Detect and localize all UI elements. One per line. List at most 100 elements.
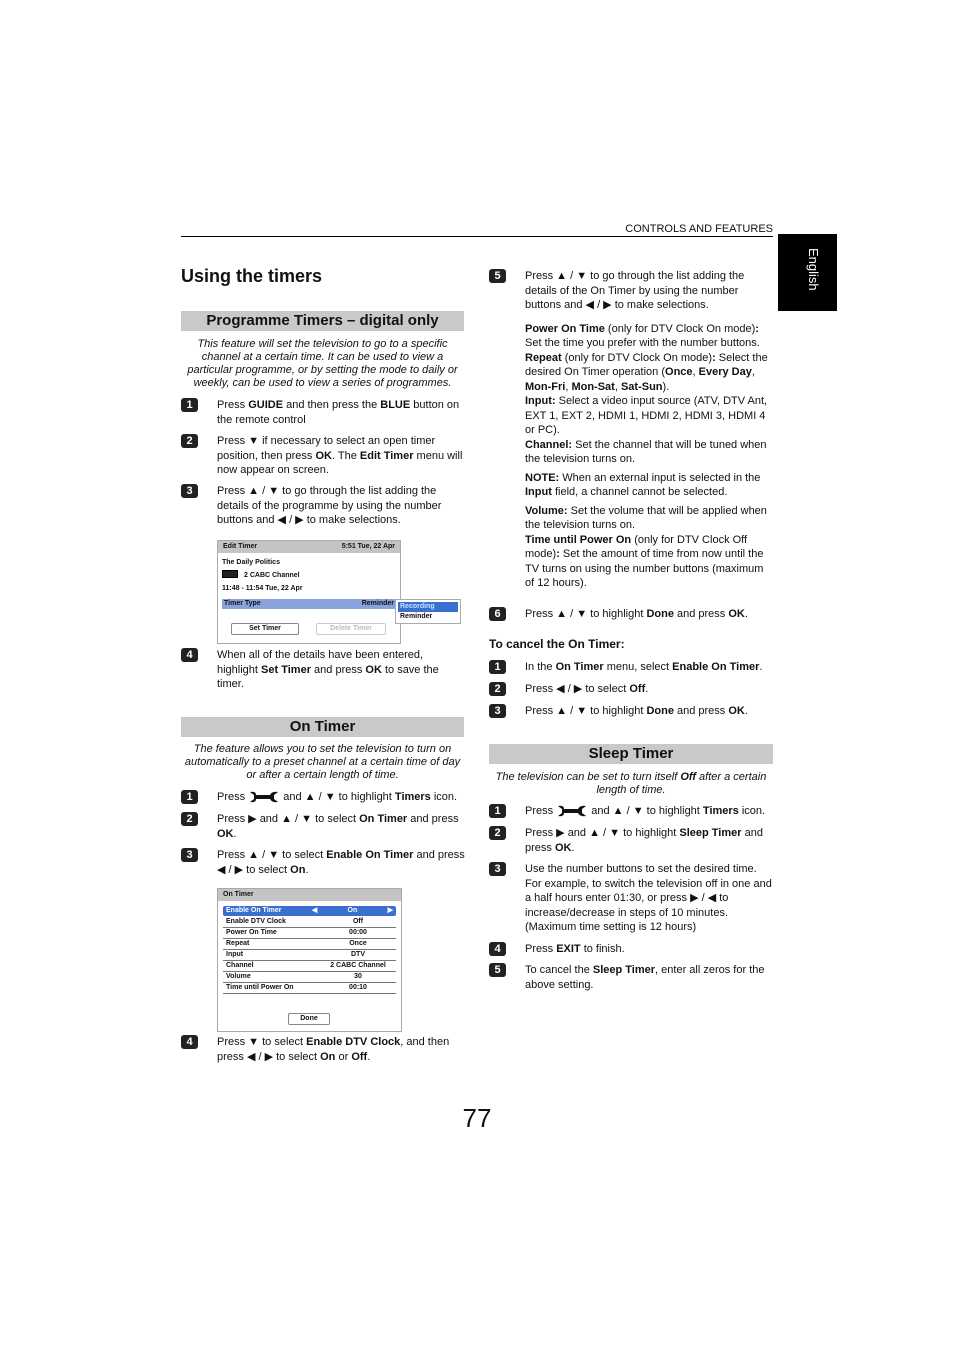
row-label: Enable On Timer	[226, 907, 282, 914]
text: Use the number buttons to set the desire…	[525, 863, 772, 933]
step-number-icon: 4	[489, 942, 506, 956]
text: In the	[525, 661, 556, 673]
dropdown-option-recording[interactable]: Recording	[398, 602, 458, 612]
done-button[interactable]: Done	[288, 1013, 330, 1025]
row-value: 00:00	[349, 929, 367, 936]
step-number-icon: 3	[181, 848, 198, 862]
text: .	[571, 841, 575, 854]
menu-row[interactable]: Channel 2 CABC Channel	[223, 961, 396, 972]
step-number-icon: 3	[181, 484, 198, 498]
timer-type-value: Reminder	[361, 600, 394, 607]
row-value: DTV	[351, 951, 365, 958]
step-text: To cancel the Sleep Timer, enter all zer…	[525, 963, 775, 992]
bold-text: Repeat	[525, 351, 562, 364]
paragraph: Press ▲ / ▼ to highlight Done and press …	[525, 607, 775, 622]
bold-text: Off	[351, 1050, 368, 1063]
bold-text: Once	[665, 366, 693, 378]
bold-text: Power On Time	[525, 322, 605, 335]
menu-row[interactable]: Enable DTV Clock Off	[223, 917, 396, 928]
bold-text: Input:	[525, 395, 556, 407]
cancel-heading: To cancel the On Timer:	[489, 637, 625, 651]
step-text: Press ▼ if necessary to select an open t…	[217, 434, 467, 478]
row-value: 00:10	[349, 984, 367, 991]
dropdown-option-reminder[interactable]: Reminder	[398, 612, 458, 622]
step-text: Press ▲ / ▼ to highlight Done and press …	[525, 704, 775, 719]
row-label: Enable DTV Clock	[226, 918, 286, 925]
step-text: Press GUIDE and then press the BLUE butt…	[217, 398, 467, 427]
step-text: Press ▲ / ▼ to go through the list addin…	[525, 269, 775, 591]
text: and press	[407, 813, 459, 825]
text: When an external input is selected in th…	[559, 471, 761, 484]
paragraph: Press ▼ if necessary to select an open t…	[217, 434, 467, 478]
screen-title: On Timer	[223, 891, 254, 898]
paragraph: Press ▶ and ▲ / ▼ to select On Timer and…	[217, 812, 467, 841]
bold-text: Volume:	[525, 504, 568, 517]
bold-text: Channel:	[525, 438, 573, 451]
step-number-icon: 6	[489, 607, 506, 621]
screen-title: Edit Timer	[223, 543, 258, 550]
bold-text: Edit Timer	[359, 449, 414, 462]
bold-text: Off	[629, 683, 646, 695]
language-label: English	[806, 248, 821, 291]
left-arrow-icon[interactable]: ◀	[312, 906, 317, 916]
bold-text: GUIDE	[248, 399, 284, 411]
bold-text: OK	[728, 705, 745, 717]
text: and press	[673, 608, 729, 620]
bold-text: OK	[315, 449, 332, 462]
timer-type-dropdown: Recording Reminder	[395, 599, 461, 624]
text: Press ▶ and ▲ / ▼ to select	[217, 813, 360, 825]
step-number-icon: 5	[489, 963, 506, 977]
bold-text: Done	[646, 705, 674, 717]
step-number-icon: 2	[489, 826, 506, 840]
right-arrow-icon[interactable]: ▶	[388, 906, 393, 916]
bold-text: Sleep Timer	[592, 964, 656, 976]
bold-text: Enable On Timer	[326, 849, 414, 861]
menu-row[interactable]: Input DTV	[223, 950, 396, 961]
bold-text: Sleep Timer	[679, 827, 742, 839]
paragraph: Press and ▲ / ▼ to highlight Timers icon…	[217, 790, 467, 808]
text: .	[305, 863, 309, 876]
text: Press ▶ and ▲ / ▼ to highlight	[525, 827, 680, 839]
step-text: Press ▲ / ▼ to select Enable On Timer an…	[217, 848, 467, 877]
delete-timer-button[interactable]: Delete Timer	[316, 623, 386, 635]
step-text: When all of the details have been entere…	[217, 648, 467, 692]
step-text: Press EXIT to finish.	[525, 942, 775, 957]
bold-text: Done	[646, 608, 674, 620]
row-value: 2 CABC Channel	[330, 962, 386, 969]
text: . The	[331, 449, 360, 462]
text: Press ▲ / ▼ to go through the list addin…	[525, 270, 745, 311]
menu-row[interactable]: Enable On Timer ◀ On ▶	[223, 906, 396, 916]
step-number-icon: 1	[489, 804, 506, 818]
bold-text: On	[320, 1050, 336, 1063]
step-text: Press and ▲ / ▼ to highlight Timers icon…	[217, 790, 467, 808]
row-value: Once	[349, 940, 367, 947]
menu-row[interactable]: Time until Power On 00:10	[223, 983, 396, 994]
text: and press	[673, 705, 729, 717]
on-timer-intro: The feature allows you to set the televi…	[184, 743, 461, 781]
menu-row[interactable]: Repeat Once	[223, 939, 396, 950]
text: (only for DTV Clock On mode)	[604, 322, 756, 335]
on-timer-menu: Enable On Timer ◀ On ▶ Enable DTV Clock Off Po…	[223, 906, 396, 994]
step-text: Use the number buttons to set the desire…	[525, 862, 775, 935]
channel-name: 2 CABC Channel	[244, 572, 300, 579]
step-text: In the On Timer menu, select Enable On T…	[525, 660, 775, 675]
set-timer-button[interactable]: Set Timer	[231, 623, 299, 635]
text: Select a video input source (ATV, DTV An…	[525, 395, 768, 436]
paragraph: Press ▼ to select Enable DTV Clock, and …	[217, 1035, 467, 1064]
bold-text: Time until Power On	[525, 533, 632, 546]
screen-clock: 5:51 Tue, 22 Apr	[341, 543, 395, 550]
bold-text: Every Day	[698, 366, 752, 378]
menu-row[interactable]: Power On Time 00:00	[223, 928, 396, 939]
text: icon.	[430, 791, 458, 803]
bold-text: OK	[554, 841, 572, 854]
bold-text: Sat-Sun	[620, 380, 663, 393]
paragraph: To cancel the Sleep Timer, enter all zer…	[525, 963, 775, 992]
text: Set the time you prefer with the number …	[525, 337, 760, 349]
header-rule	[181, 236, 773, 237]
text: and ▲ / ▼ to highlight	[588, 805, 703, 817]
bold-text: On Timer	[555, 661, 604, 673]
row-label: Repeat	[226, 940, 250, 947]
timer-type-row[interactable]: Timer Type Reminder	[222, 599, 396, 609]
channel-icon	[222, 570, 238, 578]
menu-row[interactable]: Volume 30	[223, 972, 396, 983]
